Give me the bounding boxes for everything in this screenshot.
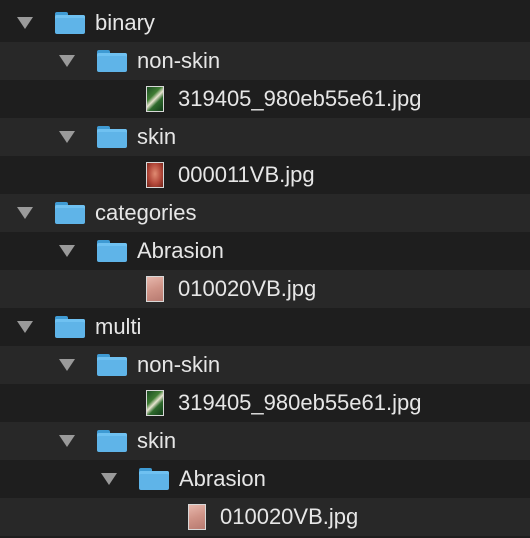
folder-icon bbox=[97, 50, 127, 72]
image-thumbnail-icon bbox=[146, 276, 164, 302]
image-thumbnail-icon bbox=[146, 390, 164, 416]
folder-icon bbox=[97, 430, 127, 452]
tree-row-abrasion[interactable]: Abrasion bbox=[0, 232, 530, 270]
file-tree: binary non-skin 319405_980eb55e61.jpg sk… bbox=[0, 0, 530, 538]
tree-item-label: 000011VB.jpg bbox=[178, 162, 315, 187]
tree-row-multi[interactable]: multi bbox=[0, 308, 530, 346]
folder-icon bbox=[97, 126, 127, 148]
disclosure-triangle-icon[interactable] bbox=[17, 207, 33, 219]
folder-icon bbox=[55, 12, 85, 34]
tree-item-label: skin bbox=[137, 124, 177, 149]
disclosure-triangle-icon[interactable] bbox=[59, 131, 75, 143]
tree-item-label: 010020VB.jpg bbox=[178, 276, 317, 301]
tree-item-label: non-skin bbox=[137, 48, 221, 73]
folder-icon bbox=[55, 202, 85, 224]
disclosure-triangle-icon[interactable] bbox=[59, 359, 75, 371]
tree-item-label: multi bbox=[95, 314, 142, 339]
folder-icon bbox=[97, 354, 127, 376]
tree-row-file[interactable]: 010020VB.jpg bbox=[0, 498, 530, 536]
folder-icon bbox=[139, 468, 169, 490]
disclosure-triangle-icon[interactable] bbox=[17, 321, 33, 333]
tree-item-label: 319405_980eb55e61.jpg bbox=[178, 390, 422, 415]
tree-item-label: 010020VB.jpg bbox=[220, 504, 359, 529]
tree-item-label: 319405_980eb55e61.jpg bbox=[178, 86, 422, 111]
tree-item-label: categories bbox=[95, 200, 197, 225]
disclosure-triangle-icon[interactable] bbox=[59, 245, 75, 257]
tree-row-skin[interactable]: skin bbox=[0, 422, 530, 460]
tree-row-categories[interactable]: categories bbox=[0, 194, 530, 232]
tree-item-label: skin bbox=[137, 428, 177, 453]
disclosure-triangle-icon[interactable] bbox=[101, 473, 117, 485]
tree-row-file[interactable]: 010020VB.jpg bbox=[0, 270, 530, 308]
image-thumbnail-icon bbox=[188, 504, 206, 530]
tree-row-file[interactable]: 000011VB.jpg bbox=[0, 156, 530, 194]
tree-row-binary[interactable]: binary bbox=[0, 4, 530, 42]
tree-row-abrasion[interactable]: Abrasion bbox=[0, 460, 530, 498]
disclosure-triangle-icon[interactable] bbox=[59, 55, 75, 67]
tree-row-non-skin[interactable]: non-skin bbox=[0, 42, 530, 80]
image-thumbnail-icon bbox=[146, 86, 164, 112]
tree-row-file[interactable]: 319405_980eb55e61.jpg bbox=[0, 384, 530, 422]
tree-row-non-skin[interactable]: non-skin bbox=[0, 346, 530, 384]
tree-item-label: Abrasion bbox=[137, 238, 224, 263]
tree-row-file[interactable]: 319405_980eb55e61.jpg bbox=[0, 80, 530, 118]
tree-item-label: binary bbox=[95, 10, 155, 35]
tree-item-label: Abrasion bbox=[179, 466, 266, 491]
folder-icon bbox=[97, 240, 127, 262]
tree-row-skin[interactable]: skin bbox=[0, 118, 530, 156]
folder-icon bbox=[55, 316, 85, 338]
image-thumbnail-icon bbox=[146, 162, 164, 188]
disclosure-triangle-icon[interactable] bbox=[59, 435, 75, 447]
disclosure-triangle-icon[interactable] bbox=[17, 17, 33, 29]
tree-item-label: non-skin bbox=[137, 352, 221, 377]
